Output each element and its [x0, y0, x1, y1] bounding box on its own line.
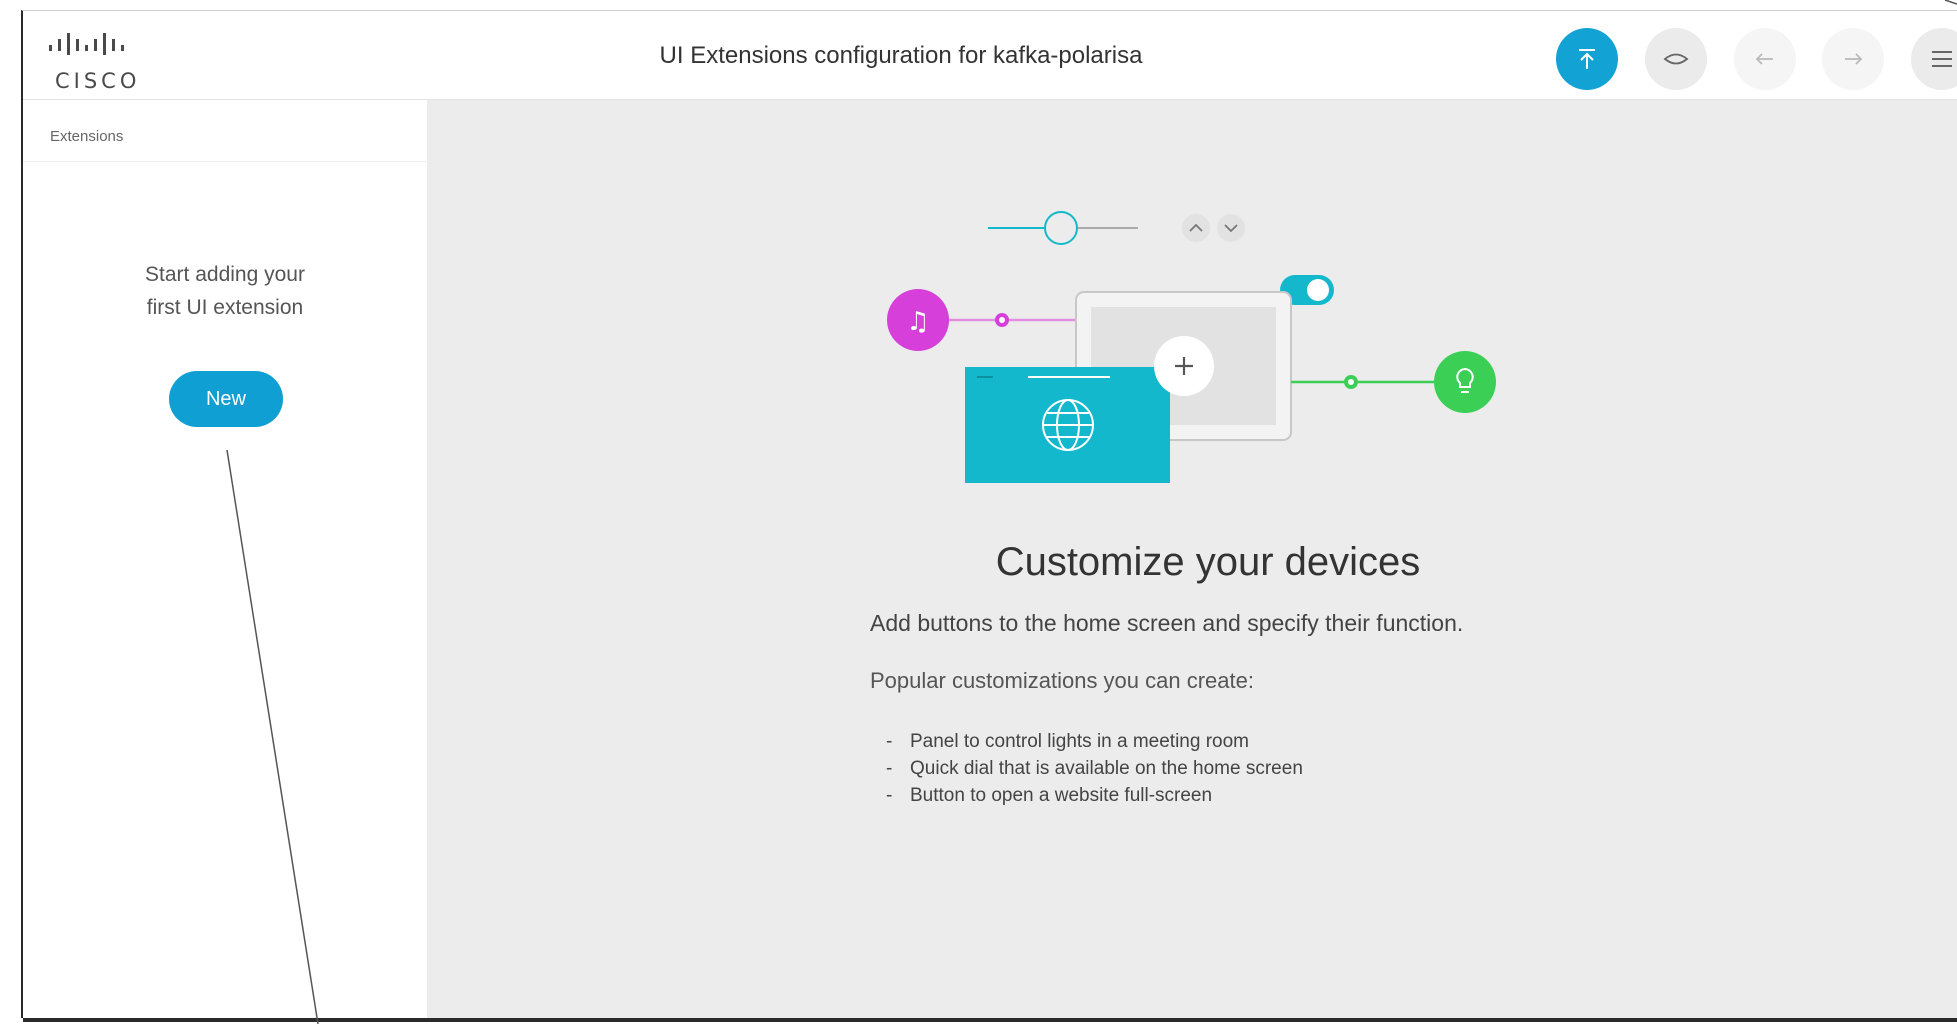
- popular-label: Popular customizations you can create:: [870, 668, 1254, 693]
- lightbulb-icon: [1434, 351, 1496, 413]
- main-heading: Customize your devices: [995, 540, 1421, 584]
- empty-state-line1: Start adding your: [145, 263, 305, 286]
- empty-state-text: Start adding your first UI extension: [23, 258, 427, 324]
- menu-button[interactable]: [1911, 28, 1957, 90]
- upload-icon: [1579, 49, 1595, 69]
- customization-list: Panel to control lights in a meeting roo…: [886, 728, 1303, 809]
- cisco-logo-text: CISCO: [55, 69, 141, 93]
- sidebar-heading: Extensions: [23, 100, 427, 162]
- hamburger-menu-icon: [1932, 51, 1952, 67]
- customize-illustration: ♫: [887, 211, 1496, 483]
- header-bar: CISCO UI Extensions configuration for ka…: [23, 11, 1957, 100]
- preview-button[interactable]: [1645, 28, 1707, 90]
- undo-button[interactable]: [1734, 28, 1796, 90]
- main-lead-text: Add buttons to the home screen and speci…: [870, 610, 1464, 636]
- arrow-left-icon: [1755, 53, 1773, 65]
- app-window: CISCO UI Extensions configuration for ka…: [21, 10, 1957, 1018]
- redo-button[interactable]: [1822, 28, 1884, 90]
- new-extension-button[interactable]: New: [169, 371, 283, 427]
- main-panel: ♫ Customize your devices Add buttons to …: [428, 100, 1957, 1018]
- list-item: Quick dial that is available on the home…: [886, 755, 1303, 782]
- slider-illustration-icon: [1044, 211, 1078, 245]
- eye-icon: [1663, 53, 1689, 65]
- sidebar: Extensions Start adding your first UI ex…: [23, 100, 428, 1018]
- arrow-right-icon: [1845, 53, 1863, 65]
- empty-state-line2: first UI extension: [146, 296, 304, 319]
- list-item: Button to open a website full-screen: [886, 782, 1303, 809]
- upload-button[interactable]: [1556, 28, 1618, 90]
- svg-text:♫: ♫: [906, 307, 929, 337]
- list-item: Panel to control lights in a meeting roo…: [886, 728, 1303, 755]
